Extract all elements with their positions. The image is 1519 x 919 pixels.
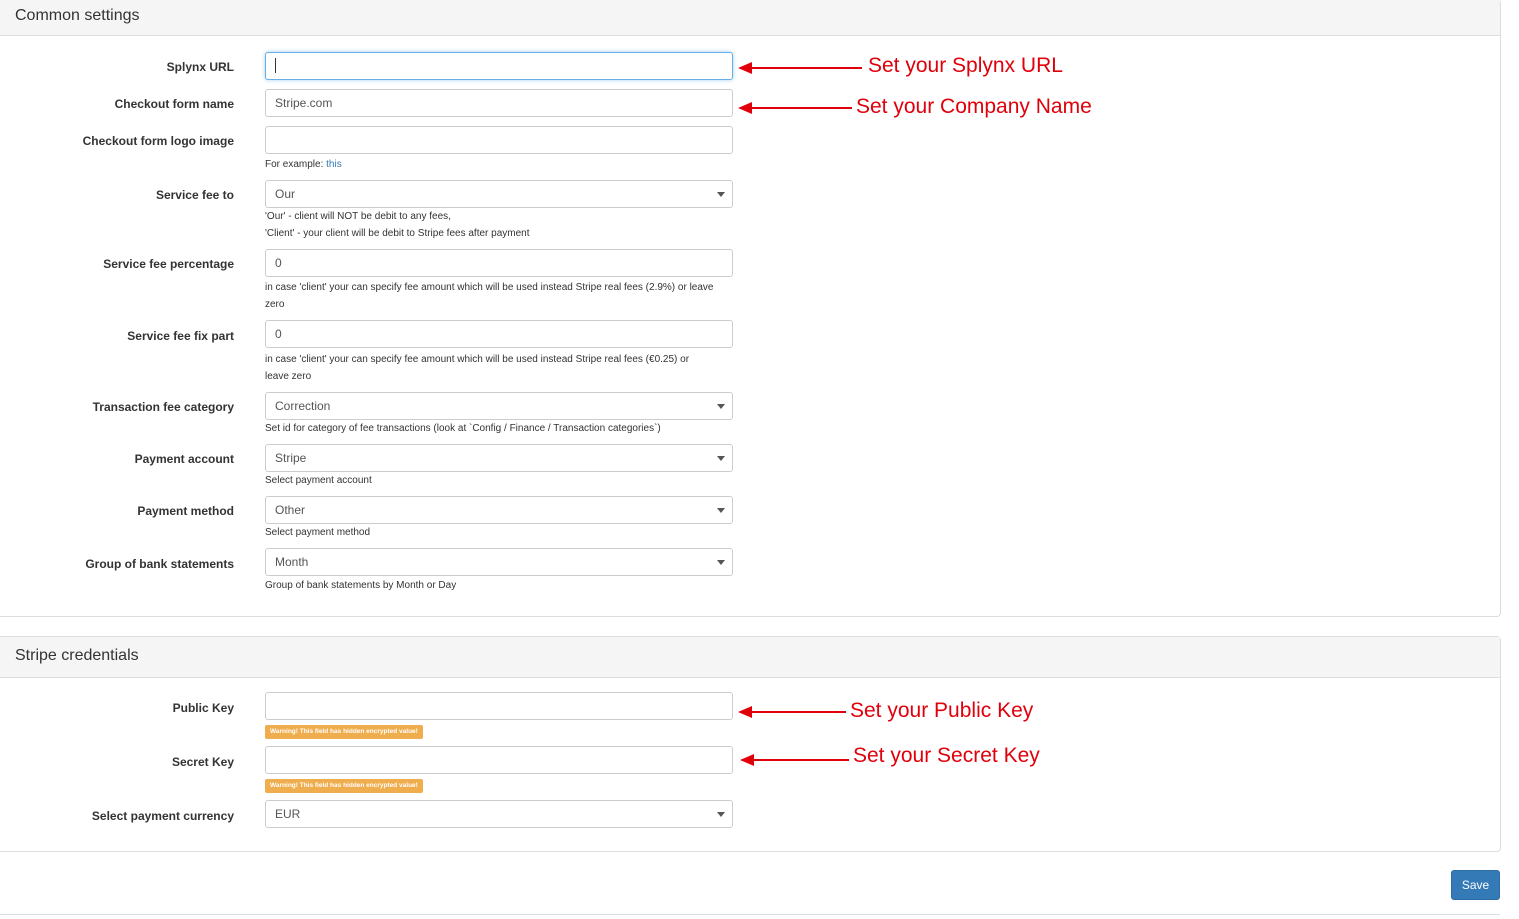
group-statements-select[interactable]: Month (265, 548, 733, 576)
annotation-company-name: Set your Company Name (856, 95, 1092, 118)
dropdown-caret-icon (717, 508, 725, 513)
public-key-label: Public Key (172, 701, 234, 715)
annotation-arrow (738, 102, 852, 114)
payment-method-help: Select payment method (265, 527, 371, 538)
transaction-fee-category-select[interactable]: Correction (265, 392, 733, 420)
payment-account-select[interactable]: Stripe (265, 444, 733, 472)
splynx-url-label: Splynx URL (166, 60, 234, 74)
service-fee-percentage-input[interactable]: 0 (265, 249, 733, 277)
service-fee-to-label: Service fee to (155, 188, 234, 202)
group-statements-help: Group of bank statements by Month or Day (265, 580, 457, 591)
dropdown-caret-icon (717, 404, 725, 409)
common-settings-panel: Common settings (0, 0, 1501, 617)
panel-heading: Stripe credentials (0, 637, 1500, 678)
service-fee-to-help: 'Our' - client will NOT be debit to any … (265, 211, 530, 239)
checkout-logo-label: Checkout form logo image (82, 134, 234, 148)
panel-heading: Common settings (0, 0, 1500, 36)
transaction-fee-category-label: Transaction fee category (92, 400, 234, 414)
text-caret (275, 58, 276, 74)
example-link[interactable]: this (326, 159, 342, 170)
payment-account-help: Select payment account (265, 475, 372, 486)
checkout-name-input[interactable]: Stripe.com (265, 89, 733, 117)
annotation-splynx-url: Set your Splynx URL (868, 54, 1063, 77)
payment-method-label: Payment method (137, 504, 234, 518)
checkout-logo-help: For example: this (265, 159, 342, 170)
checkout-logo-input[interactable] (265, 126, 733, 154)
divider (0, 914, 1500, 915)
annotation-arrow (738, 62, 862, 74)
currency-label: Select payment currency (91, 809, 234, 823)
service-fee-percentage-help: in case 'client' your can specify fee am… (265, 282, 714, 310)
annotation-arrow (738, 706, 846, 718)
panel-title: Common settings (15, 7, 140, 24)
dropdown-caret-icon (717, 560, 725, 565)
service-fee-percentage-label: Service fee percentage (103, 257, 234, 271)
service-fee-fix-label: Service fee fix part (127, 329, 234, 343)
annotation-secret-key: Set your Secret Key (853, 744, 1040, 767)
splynx-url-input[interactable] (265, 52, 733, 80)
panel-title: Stripe credentials (15, 647, 139, 664)
dropdown-caret-icon (717, 456, 725, 461)
annotation-arrow (740, 754, 849, 766)
group-statements-label: Group of bank statements (85, 557, 234, 571)
encrypted-warning-badge: Warning! This field has hidden encrypted… (265, 779, 423, 793)
secret-key-input[interactable] (265, 746, 733, 774)
service-fee-fix-input[interactable]: 0 (265, 320, 733, 348)
currency-select[interactable]: EUR (265, 800, 733, 828)
service-fee-fix-help: in case 'client' your can specify fee am… (265, 354, 690, 382)
dropdown-caret-icon (717, 812, 725, 817)
secret-key-label: Secret Key (171, 755, 234, 769)
service-fee-to-select[interactable]: Our (265, 180, 733, 208)
payment-account-label: Payment account (134, 452, 234, 466)
public-key-input[interactable] (265, 692, 733, 720)
checkout-name-label: Checkout form name (114, 97, 234, 111)
dropdown-caret-icon (717, 192, 725, 197)
save-button[interactable]: Save (1451, 870, 1500, 900)
transaction-fee-category-help: Set id for category of fee transactions … (265, 423, 661, 434)
annotation-public-key: Set your Public Key (850, 699, 1034, 722)
encrypted-warning-badge: Warning! This field has hidden encrypted… (265, 725, 423, 739)
payment-method-select[interactable]: Other (265, 496, 733, 524)
